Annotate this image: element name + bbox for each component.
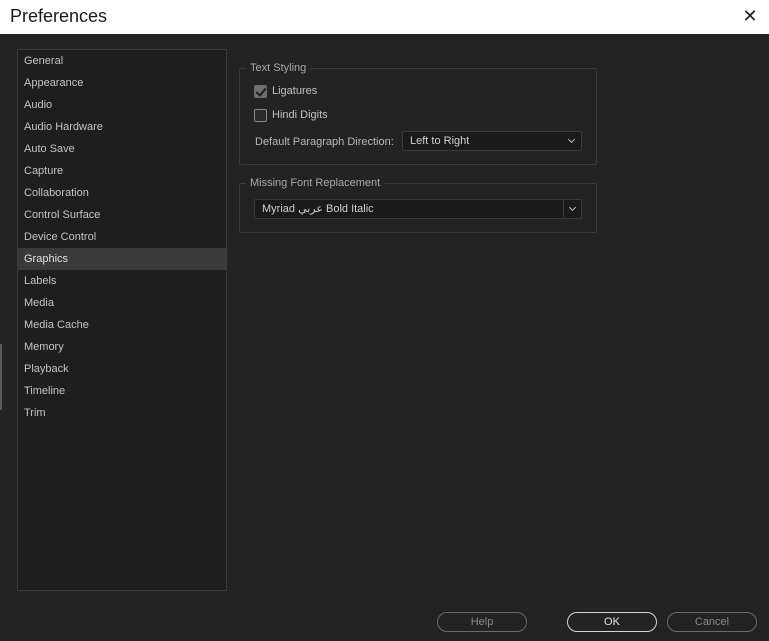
sidebar-item-labels[interactable]: Labels [18,270,226,292]
ligatures-checkbox[interactable] [254,84,267,98]
sidebar-item-capture[interactable]: Capture [18,160,226,182]
preferences-category-list: General Appearance Audio Audio Hardware … [17,49,227,591]
chevron-down-icon[interactable] [563,200,581,218]
help-button[interactable]: Help [437,612,527,632]
paragraph-direction-label: Default Paragraph Direction: [255,136,394,148]
sidebar-item-playback[interactable]: Playback [18,358,226,380]
missing-font-legend: Missing Font Replacement [246,176,385,190]
sidebar-item-control-surface[interactable]: Control Surface [18,204,226,226]
close-icon[interactable]: ✕ [739,5,761,27]
paragraph-direction-select[interactable]: Left to Right [402,131,582,151]
window-title: Preferences [10,6,108,26]
title-bar: Preferences ✕ [0,0,769,34]
sidebar-item-trim[interactable]: Trim [18,402,226,424]
hindi-digits-label: Hindi Digits [272,109,328,121]
cancel-button[interactable]: Cancel [667,612,757,632]
sidebar-item-timeline[interactable]: Timeline [18,380,226,402]
sidebar-item-device-control[interactable]: Device Control [18,226,226,248]
ligatures-row[interactable]: Ligatures [254,82,317,100]
paragraph-direction-value: Left to Right [410,135,470,147]
sidebar-item-media-cache[interactable]: Media Cache [18,314,226,336]
hindi-digits-checkbox[interactable] [254,108,267,122]
text-styling-legend: Text Styling [246,61,311,75]
sidebar-item-collaboration[interactable]: Collaboration [18,182,226,204]
ok-button[interactable]: OK [567,612,657,632]
sidebar-item-audio[interactable]: Audio [18,94,226,116]
sidebar-item-graphics[interactable]: Graphics [18,248,226,270]
hindi-digits-row[interactable]: Hindi Digits [254,106,328,124]
text-styling-group: Text Styling Ligatures Hindi Digits Defa… [239,61,597,165]
ligatures-label: Ligatures [272,85,318,97]
sidebar-item-media[interactable]: Media [18,292,226,314]
missing-font-group: Missing Font Replacement Myriad عربي Bol… [239,176,597,233]
sidebar-item-memory[interactable]: Memory [18,336,226,358]
missing-font-select[interactable]: Myriad عربي Bold Italic [254,199,582,219]
sidebar-item-audio-hardware[interactable]: Audio Hardware [18,116,226,138]
window-edge-handle [0,344,2,410]
sidebar-item-auto-save[interactable]: Auto Save [18,138,226,160]
missing-font-value: Myriad عربي Bold Italic [262,203,374,215]
sidebar-item-appearance[interactable]: Appearance [18,72,226,94]
sidebar-item-general[interactable]: General [18,50,226,72]
chevron-down-icon [563,132,581,150]
